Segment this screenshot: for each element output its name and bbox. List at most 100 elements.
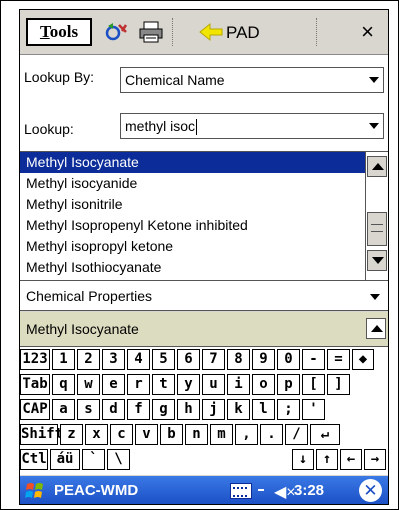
printer-icon[interactable] [138,20,164,44]
list-item[interactable]: Methyl Isocyanate [20,152,388,173]
key[interactable]: u [202,374,225,395]
start-logo-icon[interactable] [24,480,46,502]
key[interactable]: ↑ [316,449,338,470]
pad-button[interactable]: PAD [226,23,260,43]
key[interactable]: f [127,399,150,420]
results-list[interactable]: Methyl Isocyanate Methyl isocyanide Methyl… [20,151,388,281]
key[interactable]: 4 [127,349,150,370]
key[interactable]: 6 [177,349,200,370]
keyboard-row: CAP a s d f g h j k l; ' [20,399,388,420]
key[interactable]: ; [277,399,300,420]
lookup-by-select[interactable]: Chemical Name [120,67,384,93]
chevron-down-icon[interactable] [369,123,379,129]
key[interactable]: ↓ [292,449,314,470]
sync-icon[interactable] [104,20,130,44]
key[interactable]: k [227,399,250,420]
key[interactable]: m [210,424,233,445]
lookup-label: Lookup: [24,121,74,137]
input-toggle-icon[interactable] [258,489,264,491]
key[interactable]: Ctl [20,449,48,470]
key[interactable]: d [102,399,125,420]
soft-keyboard: 123 1 2 3 4 5 6 7 8 9 0- = ◆ Tab q w e r t y u i o p[] CAP a s d f g h… [20,347,388,475]
keyboard-icon[interactable] [230,483,252,499]
scroll-thumb[interactable] [367,212,387,246]
key[interactable]: a [52,399,75,420]
key[interactable]: ← [340,449,362,470]
key[interactable]: 2 [77,349,100,370]
key[interactable]: g [152,399,175,420]
key[interactable]: t [152,374,175,395]
key[interactable]: CAP [20,399,50,420]
key[interactable]: e [102,374,125,395]
toolbar-separator [316,18,317,46]
key[interactable]: \ [107,449,130,470]
key[interactable]: h [177,399,200,420]
key[interactable]: n [185,424,208,445]
key[interactable]: [ [302,374,325,395]
key[interactable]: Tab [20,374,50,395]
lookup-input[interactable]: methyl isoc [120,113,384,139]
property-select[interactable]: Chemical Properties [20,281,388,311]
key[interactable]: → [364,449,386,470]
key[interactable]: y [177,374,200,395]
list-item[interactable]: Methyl isopropyl ketone [20,236,388,257]
key[interactable]: i [227,374,250,395]
key[interactable]: z [60,424,83,445]
detail-text: Methyl Isocyanate [26,321,139,337]
key[interactable]: x [85,424,108,445]
key[interactable]: . [260,424,283,445]
key[interactable]: 123 [20,349,50,370]
list-item[interactable]: Methyl isonitrile [20,194,388,215]
lookup-by-value: Chemical Name [125,72,225,88]
key[interactable]: , [235,424,258,445]
chevron-down-icon [369,77,379,83]
key[interactable]: / [285,424,308,445]
list-scrollbar[interactable] [365,152,388,280]
key[interactable]: c [110,424,133,445]
key[interactable]: s [77,399,100,420]
key[interactable]: q [52,374,75,395]
detail-scroll-up-button[interactable] [366,318,386,339]
key[interactable]: = [327,349,350,370]
pad-arrow-icon[interactable] [198,22,224,42]
key[interactable]: ◆ [352,349,374,370]
key[interactable]: ] [327,374,350,395]
key[interactable]: Shift [20,424,63,445]
key[interactable]: b [160,424,183,445]
clock[interactable]: 3:28 [294,482,324,499]
key[interactable]: 0 [277,349,300,370]
key[interactable]: 7 [202,349,225,370]
key[interactable]: o [252,374,275,395]
tools-menu-button[interactable]: Tools [26,18,92,46]
detail-pane: Methyl Isocyanate [20,312,388,347]
list-item[interactable]: Methyl Isothiocyanate [20,257,388,278]
key[interactable]: p [277,374,300,395]
list-item[interactable]: Methyl isocyanide [20,173,388,194]
key[interactable]: áü [50,449,80,470]
key[interactable]: 1 [52,349,75,370]
key[interactable]: j [202,399,225,420]
key[interactable]: ` [82,449,105,470]
ok-button[interactable]: ✕ [359,479,382,502]
chevron-down-icon [370,294,380,300]
key[interactable]: v [135,424,158,445]
volume-icon[interactable]: ◀× [274,482,296,502]
scroll-down-button[interactable] [367,250,387,271]
property-select-value: Chemical Properties [26,288,153,304]
list-item[interactable]: Methyl Isopropenyl Ketone inhibited [20,215,388,236]
key[interactable]: ↵ [310,424,340,445]
close-button[interactable]: × [361,19,374,45]
key[interactable]: r [127,374,150,395]
key[interactable]: ' [302,399,325,420]
scroll-up-button[interactable] [367,156,387,177]
key[interactable]: 3 [102,349,125,370]
lookup-by-label: Lookup By: [24,69,95,85]
toolbar: Tools PAD × [20,10,388,55]
key[interactable]: 8 [227,349,250,370]
key[interactable]: l [252,399,275,420]
key[interactable]: - [302,349,325,370]
key[interactable]: 9 [252,349,275,370]
key[interactable]: w [77,374,100,395]
key[interactable]: 5 [152,349,175,370]
toolbar-separator [172,18,173,46]
